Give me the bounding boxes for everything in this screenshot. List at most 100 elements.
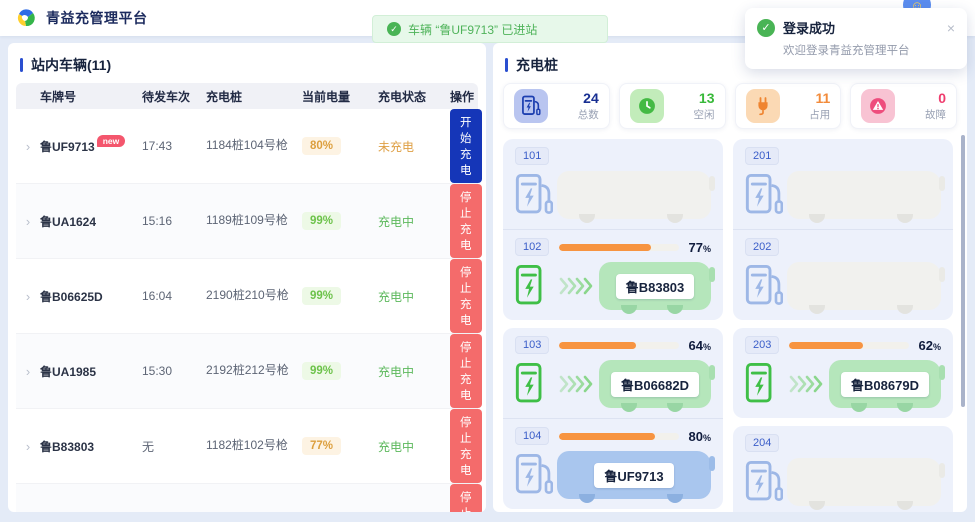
station-entry-toast-text: 车辆 “鲁UF9713” 已进站 <box>408 21 537 38</box>
charging-pile-icon <box>515 170 553 220</box>
vehicle-trip: 15:16 <box>142 214 206 228</box>
col-pile: 充电桩 <box>206 88 302 105</box>
stat-card-total: 24总数 <box>503 83 610 129</box>
bus-mirror <box>709 365 715 380</box>
charging-flow-arrows-icon <box>559 276 593 296</box>
piles-panel: 充电桩 24总数13空闲11占用0故障 101 10277% 鲁B83803 1… <box>493 43 967 512</box>
pile-column-1: 101 102 77% 鲁B83803 10364% 鲁B06682D 10480… <box>503 139 723 512</box>
col-plate: 车牌号 <box>40 88 142 105</box>
pile-id-badge: 201 <box>745 147 779 165</box>
row-expand-chevron-icon[interactable]: › <box>16 139 40 154</box>
stat-label: 故障 <box>895 107 946 122</box>
bus-wheel <box>667 403 683 412</box>
empty-bay-bus <box>787 458 941 506</box>
plug-icon <box>753 96 773 116</box>
vehicle-pile-gun: 2192桩212号枪 <box>206 362 302 379</box>
empty-bay-bus <box>787 262 941 310</box>
pile-stats: 24总数13空闲11占用0故障 <box>503 83 957 129</box>
bus-plate: 鲁B83803 <box>616 274 695 299</box>
login-toast-title: 登录成功 <box>783 18 939 37</box>
charge-progress-percent: 80% <box>689 429 711 444</box>
vehicle-table-header: · 车牌号 待发车次 充电桩 当前电量 充电状态 操作 <box>16 83 478 109</box>
vehicle-pile-gun: 1189桩109号枪 <box>206 212 302 229</box>
charge-progress-bar <box>789 342 908 349</box>
stat-label: 占用 <box>780 107 831 122</box>
stat-value: 11 <box>780 91 831 106</box>
clock-icon <box>637 96 657 116</box>
new-badge: new <box>97 135 126 148</box>
vehicle-trip: 16:04 <box>142 289 206 303</box>
charge-progress-percent: 77% <box>689 240 711 255</box>
row-expand-chevron-icon[interactable]: › <box>16 214 40 229</box>
charge-status: 充电中 <box>378 213 450 230</box>
charging-pile-icon <box>515 450 553 500</box>
alert-icon <box>868 96 888 116</box>
battery-badge: 80% <box>302 137 341 155</box>
pile-slot-202[interactable]: 202 <box>733 230 953 320</box>
station-entry-toast: ✓ 车辆 “鲁UF9713” 已进站 <box>372 15 608 43</box>
action-cell: 停止充电 <box>450 184 482 258</box>
scrollbar-thumb[interactable] <box>961 135 965 407</box>
col-status: 充电状态 <box>378 88 450 105</box>
stat-card-free: 13空闲 <box>619 83 726 129</box>
empty-bay-bus <box>557 171 711 219</box>
vehicle-pile-gun: 2190桩210号枪 <box>206 287 302 304</box>
bus-mirror <box>939 176 945 191</box>
stop-charge-button[interactable]: 停止充电 <box>450 334 482 408</box>
battery-cell: 99% <box>302 287 378 305</box>
table-row: ›鲁B06682D15:041183桩103号枪64%充电中停止充电 <box>16 484 478 512</box>
app-title: 青益充管理平台 <box>46 8 148 28</box>
bus-wheel <box>621 305 637 314</box>
bus: 鲁UF9713 <box>557 451 711 499</box>
row-expand-chevron-icon[interactable]: › <box>16 364 40 379</box>
stat-value: 24 <box>548 91 599 106</box>
bus-wheel <box>809 501 825 510</box>
stop-charge-button[interactable]: 停止充电 <box>450 484 482 512</box>
pile-slot-201[interactable]: 201 <box>733 139 953 229</box>
charge-progress-bar <box>559 244 678 251</box>
stat-card-busy: 11占用 <box>735 83 842 129</box>
action-cell: 停止充电 <box>450 409 482 483</box>
vehicle-trip: 无 <box>142 438 206 455</box>
bus-wheel <box>897 501 913 510</box>
stop-charge-button[interactable]: 停止充电 <box>450 259 482 333</box>
charge-status: 未充电 <box>378 138 450 155</box>
bus-mirror <box>709 176 715 191</box>
vehicle-plate: 鲁UA1624 <box>40 213 142 230</box>
bus-wheel <box>667 214 683 223</box>
main-content: 站内车辆(11) · 车牌号 待发车次 充电桩 当前电量 充电状态 操作 ›鲁U… <box>0 36 975 522</box>
pile-id-badge: 102 <box>515 238 549 256</box>
vehicle-trip: 15:30 <box>142 364 206 378</box>
bus-plate: 鲁B08679D <box>841 372 929 397</box>
battery-cell: 99% <box>302 212 378 230</box>
pile-slot-104[interactable]: 10480% 鲁UF9713 <box>503 419 723 509</box>
pile-slot-204[interactable]: 204 <box>733 426 953 512</box>
vehicles-panel: 站内车辆(11) · 车牌号 待发车次 充电桩 当前电量 充电状态 操作 ›鲁U… <box>8 43 486 512</box>
check-icon: ✓ <box>757 19 775 37</box>
bus-wheel <box>809 214 825 223</box>
pile-id-badge: 103 <box>515 336 549 354</box>
battery-cell: 99% <box>302 362 378 380</box>
bus-mirror <box>709 456 715 471</box>
pile-slot-203[interactable]: 20362% 鲁B08679D <box>733 328 953 418</box>
vehicle-table-body: ›鲁UF9713new17:431184桩104号枪80%未充电开始充电›鲁UA… <box>16 109 478 512</box>
charging-pile-icon <box>515 261 553 311</box>
pile-card: 20362% 鲁B08679D <box>733 328 953 418</box>
stop-charge-button[interactable]: 停止充电 <box>450 184 482 258</box>
start-charge-button[interactable]: 开始充电 <box>450 109 482 183</box>
pile-slot-101[interactable]: 101 <box>503 139 723 229</box>
table-row: ›鲁B83803无1182桩102号枪77%充电中停止充电 <box>16 409 478 484</box>
row-expand-chevron-icon[interactable]: › <box>16 439 40 454</box>
pile-slot-102[interactable]: 102 77% 鲁B83803 <box>503 230 723 320</box>
charging-flow-arrows-icon <box>789 374 823 394</box>
battery-badge: 99% <box>302 212 341 230</box>
charging-pile-icon <box>515 359 553 409</box>
stop-charge-button[interactable]: 停止充电 <box>450 409 482 483</box>
bus-wheel <box>897 403 913 412</box>
pile-card: 204 205 <box>733 426 953 512</box>
pile-slot-103[interactable]: 10364% 鲁B06682D <box>503 328 723 418</box>
action-cell: 开始充电 <box>450 109 482 183</box>
row-expand-chevron-icon[interactable]: › <box>16 289 40 304</box>
close-icon[interactable]: × <box>947 21 955 35</box>
bus-mirror <box>939 365 945 380</box>
